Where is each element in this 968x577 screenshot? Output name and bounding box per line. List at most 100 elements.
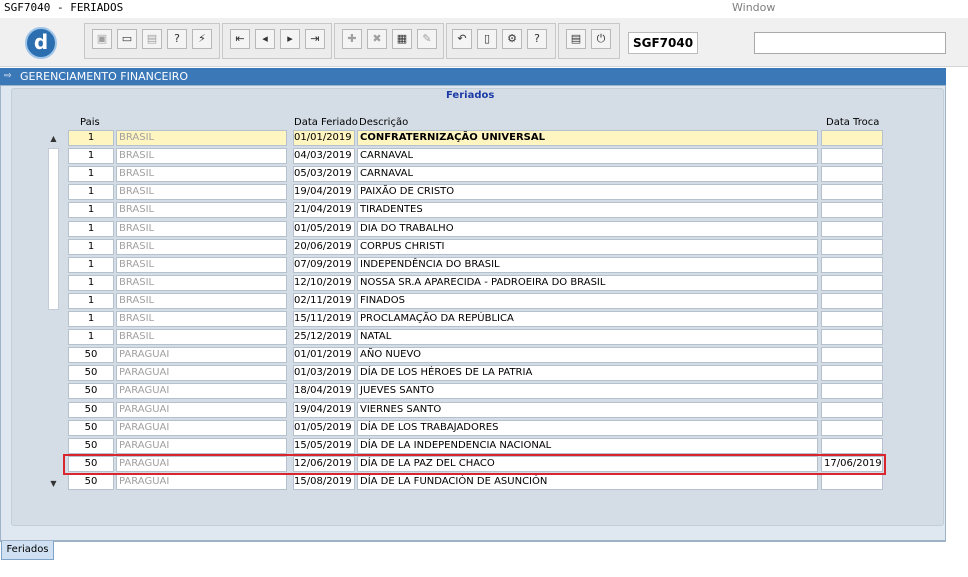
cell-descricao[interactable]: VIERNES SANTO (357, 402, 818, 418)
cell-descricao[interactable]: TIRADENTES (357, 202, 818, 218)
cell-troca[interactable] (821, 329, 883, 345)
cell-pais[interactable]: 1 (68, 202, 114, 218)
cell-pais[interactable]: 50 (68, 402, 114, 418)
exit-icon[interactable]: ⏻ (591, 29, 611, 49)
query-help-icon[interactable]: ? (167, 29, 187, 49)
cell-pais[interactable]: 1 (68, 148, 114, 164)
clear-record-icon[interactable]: ▦ (392, 29, 412, 49)
cell-troca[interactable] (821, 148, 883, 164)
cell-pais[interactable]: 1 (68, 311, 114, 327)
cell-troca[interactable] (821, 420, 883, 436)
help-icon[interactable]: ? (527, 29, 547, 49)
cell-data[interactable]: 15/11/2019 (293, 311, 355, 327)
cell-descricao[interactable]: AÑO NUEVO (357, 347, 818, 363)
scrollbar-thumb[interactable] (48, 148, 59, 310)
cell-data[interactable]: 01/01/2019 (293, 130, 355, 146)
save-icon[interactable]: ▣ (92, 29, 112, 49)
previous-record-icon[interactable]: ◂ (255, 29, 275, 49)
last-record-icon[interactable]: ⇥ (305, 29, 325, 49)
cell-data[interactable]: 21/04/2019 (293, 202, 355, 218)
cell-data[interactable]: 18/04/2019 (293, 383, 355, 399)
tab-feriados[interactable]: Feriados (1, 541, 54, 560)
scroll-up-icon[interactable]: ▲ (47, 133, 60, 145)
cell-troca[interactable] (821, 347, 883, 363)
cell-data[interactable]: 12/10/2019 (293, 275, 355, 291)
execute-query-icon[interactable]: ⚡ (192, 29, 212, 49)
menu-icon[interactable]: ▤ (566, 29, 586, 49)
undo-icon[interactable]: ↶ (452, 29, 472, 49)
cell-data[interactable]: 04/03/2019 (293, 148, 355, 164)
cell-troca[interactable] (821, 257, 883, 273)
cell-pais[interactable]: 50 (68, 365, 114, 381)
cell-descricao[interactable]: CONFRATERNIZAÇÃO UNIVERSAL (357, 130, 818, 146)
cell-descricao[interactable]: NATAL (357, 329, 818, 345)
cell-data[interactable]: 15/05/2019 (293, 438, 355, 454)
cell-descricao[interactable]: DIA DO TRABALHO (357, 221, 818, 237)
cell-troca[interactable] (821, 474, 883, 490)
clipboard-icon[interactable]: ▯ (477, 29, 497, 49)
scroll-down-icon[interactable]: ▼ (47, 478, 60, 490)
cell-descricao[interactable]: PROCLAMAÇÃO DA REPÚBLICA (357, 311, 818, 327)
cell-descricao[interactable]: NOSSA SR.A APARECIDA - PADROEIRA DO BRAS… (357, 275, 818, 291)
window-menu-label[interactable]: Window (732, 1, 775, 14)
cell-descricao[interactable]: CARNAVAL (357, 166, 818, 182)
cell-data[interactable]: 19/04/2019 (293, 184, 355, 200)
cell-data[interactable]: 01/05/2019 (293, 420, 355, 436)
cell-pais[interactable]: 1 (68, 239, 114, 255)
cell-data[interactable]: 02/11/2019 (293, 293, 355, 309)
print-icon[interactable]: ▤ (142, 29, 162, 49)
cell-data[interactable]: 01/03/2019 (293, 365, 355, 381)
search-input[interactable] (754, 32, 946, 54)
cell-pais[interactable]: 50 (68, 347, 114, 363)
cell-data[interactable]: 05/03/2019 (293, 166, 355, 182)
cell-troca[interactable] (821, 130, 883, 146)
cell-pais[interactable]: 1 (68, 293, 114, 309)
cell-data[interactable]: 07/09/2019 (293, 257, 355, 273)
first-record-icon[interactable]: ⇤ (230, 29, 250, 49)
cell-troca[interactable] (821, 221, 883, 237)
cell-pais[interactable]: 50 (68, 383, 114, 399)
cell-pais[interactable]: 50 (68, 474, 114, 490)
cell-pais[interactable]: 50 (68, 438, 114, 454)
cell-data[interactable]: 15/08/2019 (293, 474, 355, 490)
cell-pais[interactable]: 1 (68, 130, 114, 146)
cell-descricao[interactable]: DÍA DE LOS HÉROES DE LA PATRIA (357, 365, 818, 381)
tools-icon[interactable]: ⚙ (502, 29, 522, 49)
insert-record-icon[interactable]: ✚ (342, 29, 362, 49)
cell-troca[interactable] (821, 166, 883, 182)
cell-descricao[interactable]: PAIXÃO DE CRISTO (357, 184, 818, 200)
cell-troca[interactable] (821, 438, 883, 454)
cell-descricao[interactable]: JUEVES SANTO (357, 383, 818, 399)
cell-data[interactable]: 25/12/2019 (293, 329, 355, 345)
cell-pais[interactable]: 1 (68, 184, 114, 200)
edit-icon[interactable]: ✎ (417, 29, 437, 49)
cell-troca[interactable] (821, 184, 883, 200)
cell-troca[interactable] (821, 383, 883, 399)
cell-descricao[interactable]: CORPUS CHRISTI (357, 239, 818, 255)
cell-pais[interactable]: 1 (68, 329, 114, 345)
cell-descricao[interactable]: DÍA DE LOS TRABAJADORES (357, 420, 818, 436)
next-record-icon[interactable]: ▸ (280, 29, 300, 49)
print-preview-icon[interactable]: ▭ (117, 29, 137, 49)
cell-troca[interactable] (821, 402, 883, 418)
cell-descricao[interactable]: CARNAVAL (357, 148, 818, 164)
cell-descricao[interactable]: DÍA DE LA FUNDACIÓN DE ASUNCIÓN (357, 474, 818, 490)
cell-descricao[interactable]: INDEPENDÊNCIA DO BRASIL (357, 257, 818, 273)
cell-troca[interactable] (821, 293, 883, 309)
cell-data[interactable]: 01/01/2019 (293, 347, 355, 363)
cell-data[interactable]: 01/05/2019 (293, 221, 355, 237)
delete-record-icon[interactable]: ✖ (367, 29, 387, 49)
cell-descricao[interactable]: DÍA DE LA INDEPENDENCIA NACIONAL (357, 438, 818, 454)
cell-data[interactable]: 20/06/2019 (293, 239, 355, 255)
cell-pais[interactable]: 1 (68, 166, 114, 182)
cell-troca[interactable] (821, 275, 883, 291)
cell-troca[interactable] (821, 365, 883, 381)
cell-descricao[interactable]: FINADOS (357, 293, 818, 309)
cell-troca[interactable] (821, 202, 883, 218)
cell-data[interactable]: 19/04/2019 (293, 402, 355, 418)
cell-troca[interactable] (821, 239, 883, 255)
cell-pais[interactable]: 50 (68, 420, 114, 436)
cell-pais[interactable]: 1 (68, 275, 114, 291)
cell-pais[interactable]: 1 (68, 257, 114, 273)
cell-troca[interactable] (821, 311, 883, 327)
